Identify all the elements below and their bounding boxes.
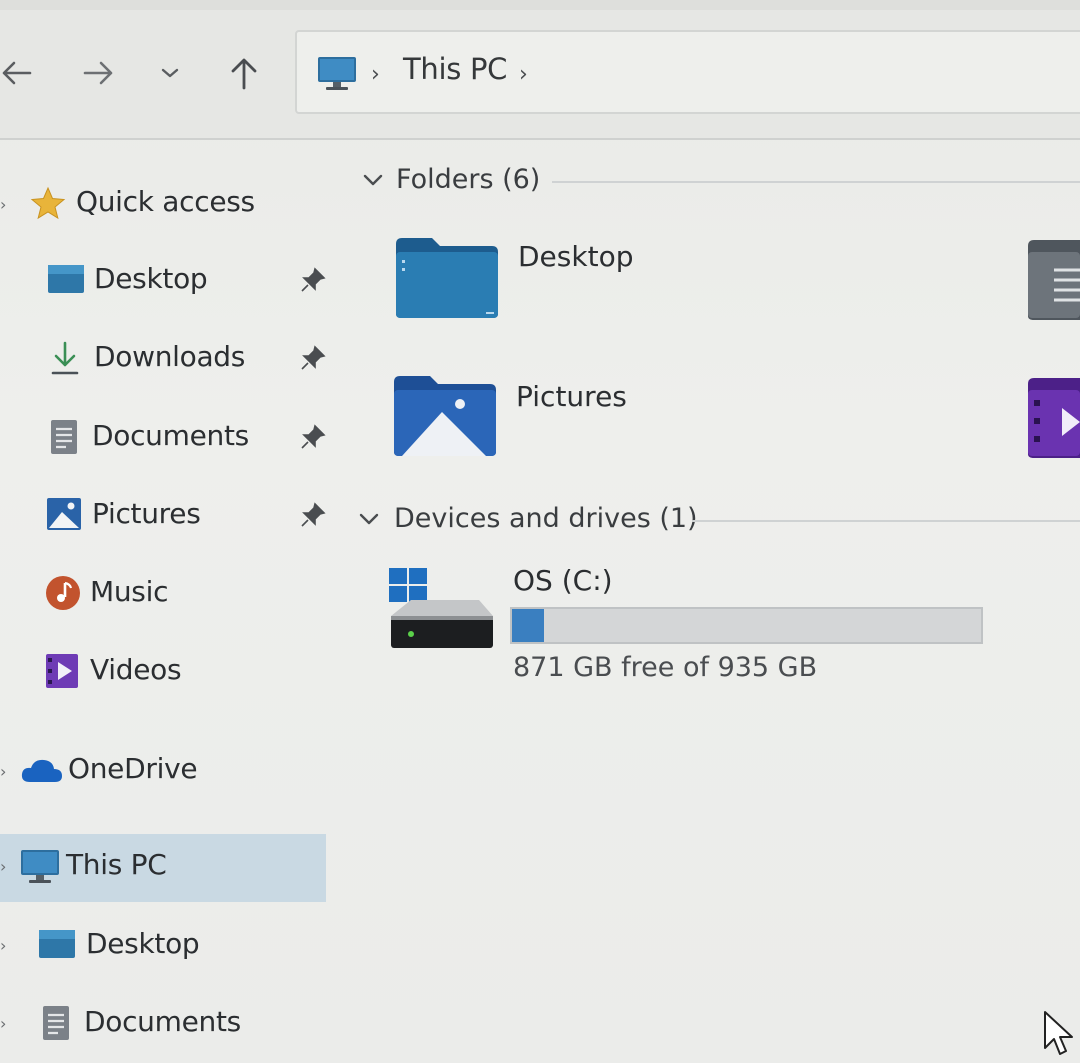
sidebar-item-onedrive[interactable]: OneDrive	[0, 740, 300, 800]
drive-label: OS (C:)	[513, 564, 613, 597]
folder-tile-videos[interactable]	[1026, 374, 1080, 458]
pin-icon[interactable]	[300, 502, 326, 535]
arrow-right-icon	[83, 61, 113, 85]
file-explorer-window: › This PC › › Quick access Desktop Downl…	[0, 0, 1080, 1063]
arrow-left-icon	[2, 61, 32, 85]
address-bar[interactable]: › This PC ›	[295, 30, 1080, 114]
sidebar-item-label: Music	[90, 575, 169, 608]
sidebar-item-documents[interactable]: Documents	[0, 407, 340, 467]
pin-icon[interactable]	[300, 424, 326, 457]
folder-label: Pictures	[516, 380, 627, 413]
recent-locations-button[interactable]	[155, 48, 185, 98]
breadcrumb-chevron-end[interactable]: ›	[519, 62, 528, 87]
cloud-icon	[20, 756, 64, 791]
monitor-icon	[317, 56, 357, 96]
pictures-icon	[46, 497, 82, 538]
sidebar-item-downloads[interactable]: Downloads	[0, 328, 340, 388]
group-divider	[692, 520, 1080, 522]
folder-tile-pictures[interactable]: Pictures	[390, 370, 680, 470]
sidebar-item-label: This PC	[66, 848, 167, 881]
chevron-down-icon	[161, 68, 179, 78]
group-divider	[552, 181, 1080, 183]
sidebar-item-label: Documents	[92, 419, 249, 452]
monitor-icon	[20, 849, 60, 892]
sidebar-item-pictures[interactable]: Pictures	[0, 485, 340, 545]
group-title: Folders (6)	[396, 164, 541, 195]
desktop-folder-icon	[47, 264, 85, 301]
windows-drive-icon	[387, 566, 497, 656]
sidebar-item-label: Downloads	[94, 340, 246, 373]
sidebar-item-this-pc[interactable]: This PC	[0, 836, 326, 896]
folder-tile-documents[interactable]	[1026, 236, 1080, 320]
pictures-folder-icon	[392, 372, 498, 462]
navigation-bar: › This PC ›	[0, 0, 1080, 140]
sidebar-item-label: Desktop	[86, 927, 200, 960]
folder-label: Desktop	[518, 240, 634, 273]
devices-group-header[interactable]: Devices and drives (1)	[358, 503, 698, 534]
sidebar-item-label: OneDrive	[68, 752, 198, 785]
sidebar-item-music[interactable]: Music	[0, 563, 300, 623]
forward-button[interactable]	[78, 48, 120, 98]
mouse-cursor-icon	[1043, 1010, 1075, 1062]
videos-folder-icon	[1028, 378, 1080, 458]
sidebar-item-quick-access[interactable]: Quick access	[0, 173, 300, 233]
documents-icon	[42, 1005, 70, 1048]
arrow-up-icon	[231, 58, 257, 90]
sidebar-item-label: Videos	[90, 653, 182, 686]
sidebar-item-label: Quick access	[76, 185, 255, 218]
sidebar-item-desktop[interactable]: Desktop	[0, 250, 340, 310]
back-button[interactable]	[0, 48, 36, 98]
group-title: Devices and drives (1)	[394, 503, 698, 534]
sidebar-item-pc-desktop[interactable]: Desktop	[0, 915, 300, 975]
sidebar-item-pc-documents[interactable]: Documents	[0, 993, 300, 1053]
sidebar-item-label: Desktop	[94, 262, 208, 295]
download-arrow-icon	[50, 340, 80, 383]
desktop-folder-icon	[38, 929, 76, 966]
breadcrumb-this-pc[interactable]: This PC	[403, 52, 507, 86]
folder-tile-desktop[interactable]: Desktop	[390, 230, 680, 330]
up-button[interactable]	[224, 48, 264, 98]
documents-icon	[50, 419, 78, 462]
sidebar-item-label: Pictures	[92, 497, 201, 530]
folders-group-header[interactable]: Folders (6)	[362, 164, 540, 195]
star-icon	[30, 186, 66, 227]
sidebar-item-videos[interactable]: Videos	[0, 641, 300, 701]
music-icon	[45, 575, 81, 618]
sidebar-item-label: Documents	[84, 1005, 241, 1038]
documents-folder-icon	[1028, 240, 1080, 320]
drive-usage-bar	[510, 607, 983, 644]
title-strip	[0, 0, 1080, 10]
pin-icon[interactable]	[300, 267, 326, 300]
chevron-down-icon	[363, 174, 383, 185]
breadcrumb-chevron[interactable]: ›	[371, 62, 380, 87]
drive-usage-fill	[512, 609, 544, 642]
pin-icon[interactable]	[300, 345, 326, 378]
drive-free-space: 871 GB free of 935 GB	[513, 652, 818, 683]
chevron-down-icon	[359, 513, 379, 524]
videos-icon	[45, 653, 79, 696]
desktop-folder-icon	[394, 234, 500, 324]
